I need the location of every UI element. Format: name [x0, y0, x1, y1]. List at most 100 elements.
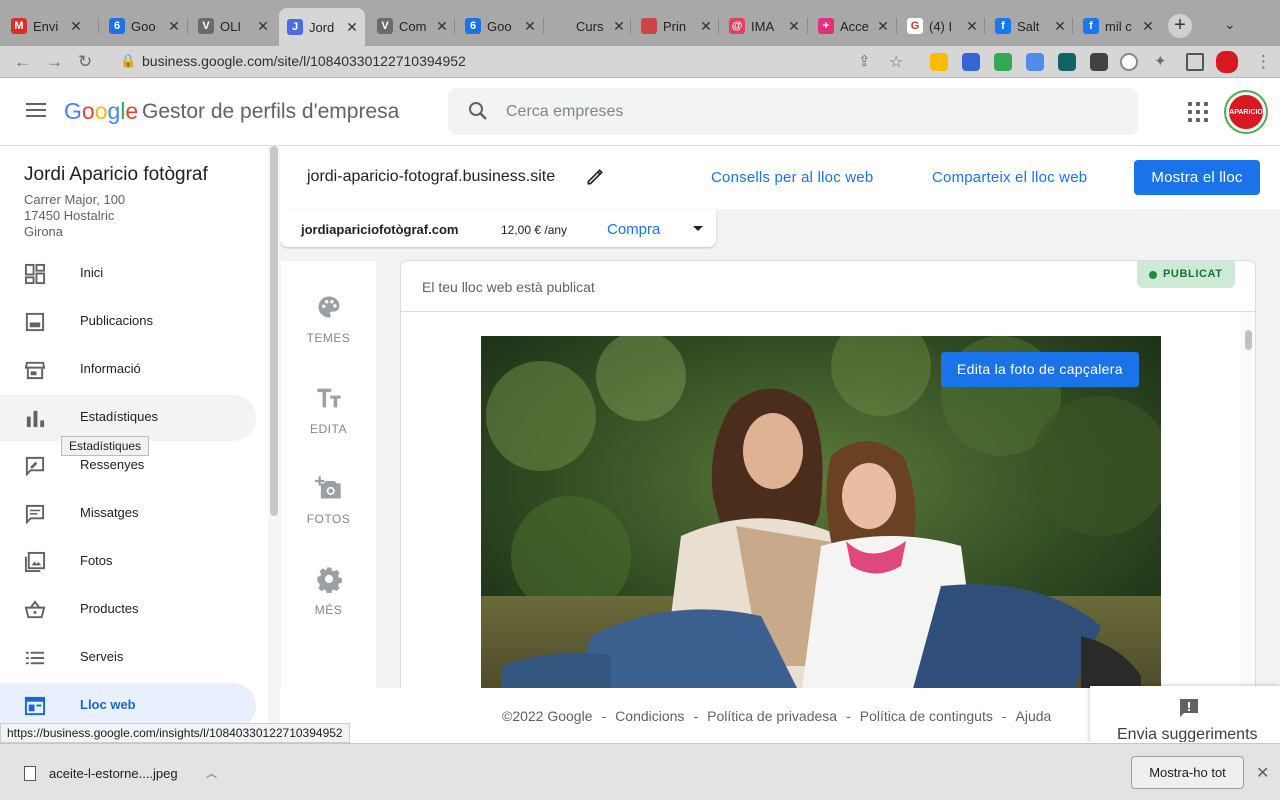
- back-arrow-icon[interactable]: ←: [14, 52, 31, 72]
- sidebar-item-label: Estadístiques: [80, 409, 159, 424]
- sidebar-item-list[interactable]: Serveis: [0, 635, 256, 681]
- drive-extension-icon[interactable]: [930, 53, 948, 71]
- browser-tab[interactable]: V Com ✕: [369, 10, 455, 42]
- site-address: jordi-aparicio-fotograf.business.site: [307, 168, 556, 185]
- header-photo[interactable]: Edita la foto de capçalera: [481, 336, 1161, 696]
- tool-edit[interactable]: EDITA: [281, 384, 376, 464]
- tab-search-chevron-icon[interactable]: ⌄: [1224, 16, 1236, 33]
- tab-close-icon[interactable]: ✕: [787, 18, 801, 35]
- chevron-down-icon[interactable]: [693, 226, 703, 231]
- footer-link[interactable]: Política de privadesa: [707, 708, 837, 724]
- tab-close-icon[interactable]: ✕: [435, 18, 449, 35]
- show-all-downloads-button[interactable]: Mostra-ho tot: [1131, 756, 1244, 789]
- buy-domain-button[interactable]: Compra: [607, 221, 660, 238]
- tab-close-icon[interactable]: ✕: [345, 19, 359, 36]
- pencil-edit-icon[interactable]: [585, 167, 605, 187]
- hamburger-menu-icon[interactable]: [26, 103, 46, 119]
- forward-arrow-icon[interactable]: →: [46, 52, 63, 72]
- dashboard-icon: [24, 263, 46, 285]
- tab-close-icon[interactable]: ✕: [965, 18, 979, 35]
- share-website-link[interactable]: Comparteix el lloc web: [932, 169, 1087, 186]
- sidebar-scrollbar[interactable]: [268, 146, 280, 742]
- preview-scrollbar[interactable]: [1241, 312, 1255, 741]
- browser-tab[interactable]: + Acce ✕: [810, 10, 896, 42]
- footer-link[interactable]: Condicions: [615, 708, 684, 724]
- extension-crown-icon[interactable]: [1058, 53, 1076, 71]
- sidebar-item-label: Serveis: [80, 649, 124, 664]
- tool-themes[interactable]: TEMES: [281, 293, 376, 373]
- reload-icon[interactable]: ↻: [78, 52, 92, 72]
- footer-link[interactable]: Ajuda: [1016, 708, 1052, 724]
- sidebar-item-posts[interactable]: Publicacions: [0, 299, 256, 345]
- lock-icon[interactable]: 🔒: [120, 53, 136, 69]
- tool-more[interactable]: MÉS: [281, 565, 376, 645]
- sidebar-scrollbar-thumb[interactable]: [270, 146, 278, 516]
- reviews-icon: [25, 456, 45, 477]
- browser-tab[interactable]: V OLI ✕: [190, 10, 276, 42]
- tool-photos[interactable]: FOTOS: [281, 474, 376, 554]
- tab-title: IMA: [751, 18, 775, 34]
- extension-green-icon[interactable]: [994, 53, 1012, 71]
- edit-header-photo-button[interactable]: Edita la foto de capçalera: [941, 352, 1139, 387]
- extension-m-icon[interactable]: [1090, 53, 1108, 71]
- browser-tab[interactable]: J Jord ✕: [279, 8, 365, 46]
- url-text[interactable]: business.google.com/site/l/1084033012271…: [142, 53, 466, 69]
- share-icon[interactable]: ⇪: [858, 52, 871, 70]
- tab-close-icon[interactable]: ✕: [167, 18, 181, 35]
- search-box[interactable]: [448, 88, 1138, 135]
- extension-feather-icon[interactable]: [1026, 53, 1044, 71]
- browser-tab[interactable]: 6 Goo ✕: [101, 10, 187, 42]
- tab-close-icon[interactable]: ✕: [523, 18, 537, 35]
- download-file-name[interactable]: aceite-l-estorne....jpeg: [49, 766, 178, 781]
- sidebar-item-messages[interactable]: Missatges: [0, 491, 256, 537]
- tab-separator: [807, 18, 808, 34]
- google-logo[interactable]: Google: [64, 98, 138, 125]
- file-icon: [24, 766, 36, 781]
- browser-tab[interactable]: G (4) I ✕: [899, 10, 985, 42]
- chevron-up-icon[interactable]: ︿: [206, 765, 217, 781]
- puzzle-extensions-icon[interactable]: ✦: [1154, 52, 1167, 70]
- browser-tab[interactable]: Prin ✕: [633, 10, 719, 42]
- preview-scrollbar-thumb[interactable]: [1245, 330, 1252, 350]
- kebab-menu-icon[interactable]: ⋮: [1255, 52, 1272, 72]
- browser-tab[interactable]: Curs ✕: [546, 10, 632, 42]
- view-site-button[interactable]: Mostra el lloc: [1134, 160, 1260, 195]
- browser-tab[interactable]: M Envi ✕: [3, 10, 89, 42]
- tab-close-icon[interactable]: ✕: [699, 18, 713, 35]
- new-tab-button[interactable]: +: [1168, 14, 1192, 38]
- browser-tab[interactable]: f Salt ✕: [987, 10, 1073, 42]
- tab-close-icon[interactable]: ✕: [69, 18, 83, 35]
- extension-blue-icon[interactable]: [962, 53, 980, 71]
- footer-link[interactable]: Política de continguts: [860, 708, 993, 724]
- tab-close-icon[interactable]: ✕: [1141, 18, 1155, 35]
- account-avatar[interactable]: APARICIO: [1226, 92, 1266, 132]
- footer-separator: -: [1001, 708, 1007, 724]
- extension-code-icon[interactable]: [1120, 53, 1138, 71]
- sidebar-item-bar-chart[interactable]: Estadístiques: [0, 395, 256, 441]
- profile-avatar-icon[interactable]: [1216, 51, 1238, 73]
- sidebar-item-dashboard[interactable]: Inici: [0, 251, 256, 297]
- tab-close-icon[interactable]: ✕: [256, 18, 270, 35]
- browser-tab[interactable]: @ IMA ✕: [721, 10, 807, 42]
- sidebar-item-storefront[interactable]: Informació: [0, 347, 256, 393]
- tool-label: TEMES: [306, 331, 351, 345]
- tab-favicon-icon: J: [287, 19, 303, 35]
- google-apps-icon[interactable]: [1188, 102, 1208, 122]
- sidebar-item-photos[interactable]: Fotos: [0, 539, 256, 585]
- tab-close-icon[interactable]: ✕: [1053, 18, 1067, 35]
- browser-tab[interactable]: 6 Goo ✕: [457, 10, 543, 42]
- close-icon[interactable]: ✕: [1256, 763, 1269, 783]
- send-feedback-button[interactable]: Envia suggeriments: [1090, 686, 1280, 742]
- tab-favicon-icon: [641, 18, 657, 34]
- browser-tab[interactable]: f mil c ✕: [1075, 10, 1161, 42]
- sidebar-item-basket[interactable]: Productes: [0, 587, 256, 633]
- tab-separator: [984, 18, 985, 34]
- nav-tooltip: Estadístiques: [61, 436, 150, 456]
- website-tips-link[interactable]: Consells per al lloc web: [711, 169, 873, 186]
- sidebar-item-label: Missatges: [80, 505, 139, 520]
- side-panel-icon[interactable]: [1186, 53, 1204, 71]
- tab-close-icon[interactable]: ✕: [876, 18, 890, 35]
- bookmark-star-icon[interactable]: ☆: [889, 52, 903, 72]
- search-input[interactable]: [506, 88, 1106, 135]
- tab-close-icon[interactable]: ✕: [612, 18, 626, 35]
